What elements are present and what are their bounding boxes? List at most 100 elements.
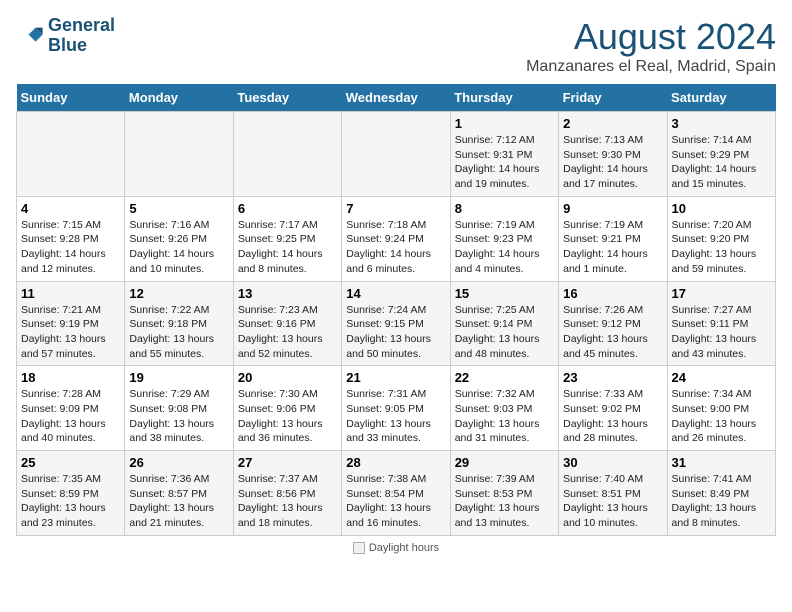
calendar-week-4: 18 Sunrise: 7:28 AM Sunset: 9:09 PM Dayli… <box>17 366 776 451</box>
day-info: Sunrise: 7:24 AM Sunset: 9:15 PM Dayligh… <box>346 303 445 362</box>
day-number: 9 <box>563 201 662 216</box>
day-info: Sunrise: 7:34 AM Sunset: 9:00 PM Dayligh… <box>672 387 771 446</box>
day-number: 21 <box>346 370 445 385</box>
day-info: Sunrise: 7:15 AM Sunset: 9:28 PM Dayligh… <box>21 218 120 277</box>
calendar-week-5: 25Sunrise: 7:35 AM Sunset: 8:59 PM Dayli… <box>17 451 776 536</box>
calendar-cell <box>17 112 125 197</box>
calendar-cell: 31 Sunrise: 7:41 AM Sunset: 8:49 PM Dayli… <box>667 451 775 536</box>
calendar-cell <box>233 112 341 197</box>
calendar-cell: 28 Sunrise: 7:38 AM Sunset: 8:54 PM Dayli… <box>342 451 450 536</box>
day-number: 31 <box>672 455 771 470</box>
col-header-tuesday: Tuesday <box>233 84 341 112</box>
day-info: Sunrise: 7:39 AM Sunset: 8:53 PM Dayligh… <box>455 472 554 531</box>
day-number: 13 <box>238 286 337 301</box>
col-header-sunday: Sunday <box>17 84 125 112</box>
calendar-cell: 20 Sunrise: 7:30 AM Sunset: 9:06 PM Dayli… <box>233 366 341 451</box>
calendar-cell: 9 Sunrise: 7:19 AM Sunset: 9:21 PM Daylig… <box>559 196 667 281</box>
day-info: Sunrise: 7:22 AM Sunset: 9:18 PM Dayligh… <box>129 303 228 362</box>
calendar-cell: 16Sunrise: 7:26 AM Sunset: 9:12 PM Dayli… <box>559 281 667 366</box>
subtitle: Manzanares el Real, Madrid, Spain <box>526 58 776 76</box>
calendar-cell <box>125 112 233 197</box>
col-header-saturday: Saturday <box>667 84 775 112</box>
day-number: 6 <box>238 201 337 216</box>
calendar-cell: 22Sunrise: 7:32 AM Sunset: 9:03 PM Dayli… <box>450 366 558 451</box>
day-number: 28 <box>346 455 445 470</box>
calendar-week-1: 1 Sunrise: 7:12 AM Sunset: 9:31 PM Daylig… <box>17 112 776 197</box>
calendar-cell: 17Sunrise: 7:27 AM Sunset: 9:11 PM Dayli… <box>667 281 775 366</box>
header: General Blue August 2024 Manzanares el R… <box>16 16 776 76</box>
day-info: Sunrise: 7:25 AM Sunset: 9:14 PM Dayligh… <box>455 303 554 362</box>
calendar-table: SundayMondayTuesdayWednesdayThursdayFrid… <box>16 84 776 536</box>
day-number: 18 <box>21 370 120 385</box>
day-info: Sunrise: 7:13 AM Sunset: 9:30 PM Dayligh… <box>563 133 662 192</box>
day-number: 2 <box>563 116 662 131</box>
day-number: 26 <box>129 455 228 470</box>
main-title: August 2024 <box>526 16 776 58</box>
calendar-cell: 4 Sunrise: 7:15 AM Sunset: 9:28 PM Daylig… <box>17 196 125 281</box>
calendar-cell: 27Sunrise: 7:37 AM Sunset: 8:56 PM Dayli… <box>233 451 341 536</box>
daylight-label: Daylight hours <box>369 542 439 554</box>
day-info: Sunrise: 7:41 AM Sunset: 8:49 PM Dayligh… <box>672 472 771 531</box>
calendar-cell: 15 Sunrise: 7:25 AM Sunset: 9:14 PM Dayli… <box>450 281 558 366</box>
calendar-cell: 30Sunrise: 7:40 AM Sunset: 8:51 PM Dayli… <box>559 451 667 536</box>
calendar-cell: 1 Sunrise: 7:12 AM Sunset: 9:31 PM Daylig… <box>450 112 558 197</box>
calendar-cell: 25Sunrise: 7:35 AM Sunset: 8:59 PM Dayli… <box>17 451 125 536</box>
calendar-cell: 3Sunrise: 7:14 AM Sunset: 9:29 PM Daylig… <box>667 112 775 197</box>
legend-box <box>353 542 365 554</box>
day-number: 16 <box>563 286 662 301</box>
calendar-cell: 24 Sunrise: 7:34 AM Sunset: 9:00 PM Dayli… <box>667 366 775 451</box>
day-info: Sunrise: 7:31 AM Sunset: 9:05 PM Dayligh… <box>346 387 445 446</box>
day-number: 10 <box>672 201 771 216</box>
day-info: Sunrise: 7:14 AM Sunset: 9:29 PM Dayligh… <box>672 133 771 192</box>
day-number: 22 <box>455 370 554 385</box>
calendar-cell <box>342 112 450 197</box>
day-info: Sunrise: 7:36 AM Sunset: 8:57 PM Dayligh… <box>129 472 228 531</box>
day-number: 20 <box>238 370 337 385</box>
calendar-cell: 26 Sunrise: 7:36 AM Sunset: 8:57 PM Dayli… <box>125 451 233 536</box>
day-number: 5 <box>129 201 228 216</box>
calendar-cell: 11 Sunrise: 7:21 AM Sunset: 9:19 PM Dayli… <box>17 281 125 366</box>
day-info: Sunrise: 7:40 AM Sunset: 8:51 PM Dayligh… <box>563 472 662 531</box>
day-number: 4 <box>21 201 120 216</box>
day-number: 25 <box>21 455 120 470</box>
col-header-monday: Monday <box>125 84 233 112</box>
calendar-cell: 13 Sunrise: 7:23 AM Sunset: 9:16 PM Dayli… <box>233 281 341 366</box>
calendar-cell: 18 Sunrise: 7:28 AM Sunset: 9:09 PM Dayli… <box>17 366 125 451</box>
calendar-week-3: 11 Sunrise: 7:21 AM Sunset: 9:19 PM Dayli… <box>17 281 776 366</box>
day-info: Sunrise: 7:23 AM Sunset: 9:16 PM Dayligh… <box>238 303 337 362</box>
col-header-thursday: Thursday <box>450 84 558 112</box>
day-info: Sunrise: 7:30 AM Sunset: 9:06 PM Dayligh… <box>238 387 337 446</box>
day-number: 24 <box>672 370 771 385</box>
daylight-legend: Daylight hours <box>353 542 439 554</box>
day-number: 15 <box>455 286 554 301</box>
footer: Daylight hours <box>16 542 776 554</box>
day-number: 11 <box>21 286 120 301</box>
day-info: Sunrise: 7:28 AM Sunset: 9:09 PM Dayligh… <box>21 387 120 446</box>
logo-line1: General <box>48 16 115 36</box>
calendar-cell: 7Sunrise: 7:18 AM Sunset: 9:24 PM Daylig… <box>342 196 450 281</box>
calendar-cell: 12 Sunrise: 7:22 AM Sunset: 9:18 PM Dayli… <box>125 281 233 366</box>
day-info: Sunrise: 7:38 AM Sunset: 8:54 PM Dayligh… <box>346 472 445 531</box>
day-number: 19 <box>129 370 228 385</box>
day-info: Sunrise: 7:29 AM Sunset: 9:08 PM Dayligh… <box>129 387 228 446</box>
day-number: 12 <box>129 286 228 301</box>
logo-line2: Blue <box>48 36 115 56</box>
day-info: Sunrise: 7:33 AM Sunset: 9:02 PM Dayligh… <box>563 387 662 446</box>
day-number: 1 <box>455 116 554 131</box>
day-info: Sunrise: 7:12 AM Sunset: 9:31 PM Dayligh… <box>455 133 554 192</box>
day-number: 8 <box>455 201 554 216</box>
col-header-friday: Friday <box>559 84 667 112</box>
day-number: 29 <box>455 455 554 470</box>
day-number: 17 <box>672 286 771 301</box>
day-info: Sunrise: 7:21 AM Sunset: 9:19 PM Dayligh… <box>21 303 120 362</box>
calendar-header-row: SundayMondayTuesdayWednesdayThursdayFrid… <box>17 84 776 112</box>
day-info: Sunrise: 7:18 AM Sunset: 9:24 PM Dayligh… <box>346 218 445 277</box>
calendar-week-2: 4 Sunrise: 7:15 AM Sunset: 9:28 PM Daylig… <box>17 196 776 281</box>
calendar-cell: 5Sunrise: 7:16 AM Sunset: 9:26 PM Daylig… <box>125 196 233 281</box>
day-info: Sunrise: 7:19 AM Sunset: 9:23 PM Dayligh… <box>455 218 554 277</box>
calendar-cell: 29 Sunrise: 7:39 AM Sunset: 8:53 PM Dayli… <box>450 451 558 536</box>
day-info: Sunrise: 7:19 AM Sunset: 9:21 PM Dayligh… <box>563 218 662 277</box>
day-number: 23 <box>563 370 662 385</box>
logo-icon <box>16 22 44 50</box>
calendar-cell: 19 Sunrise: 7:29 AM Sunset: 9:08 PM Dayli… <box>125 366 233 451</box>
